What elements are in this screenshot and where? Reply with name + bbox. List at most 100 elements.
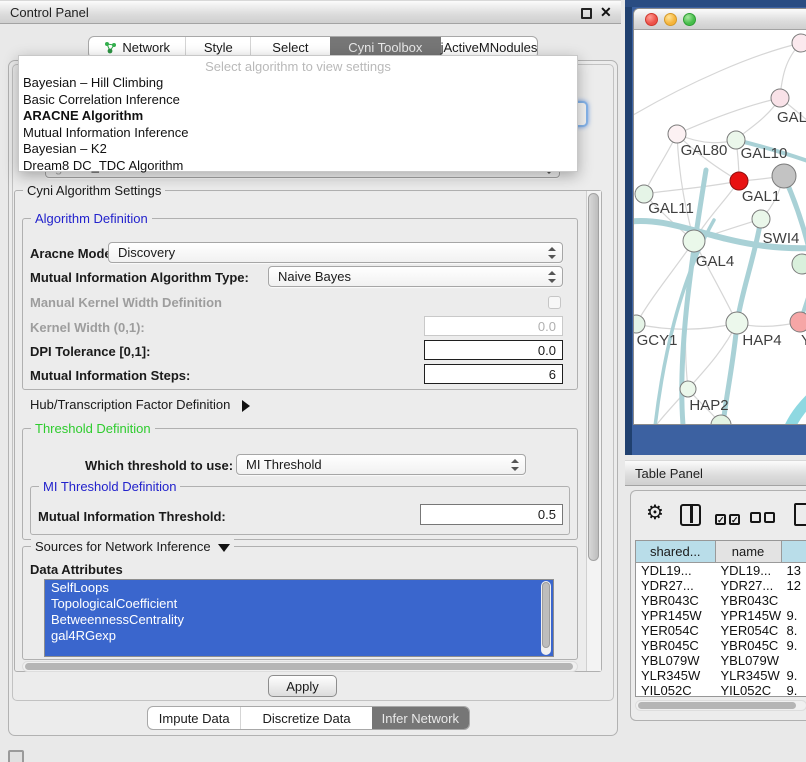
- network-node-gal[interactable]: [771, 89, 789, 107]
- table-cell: [781, 653, 806, 668]
- list-item[interactable]: BetweennessCentrality: [45, 612, 553, 628]
- table-cell: YPR145W: [715, 608, 781, 623]
- document-icon[interactable]: [794, 503, 806, 526]
- dropdown-item[interactable]: ARACNE Algorithm: [19, 108, 577, 125]
- dropdown-item[interactable]: Mutual Information Inference: [19, 125, 577, 142]
- table-row[interactable]: YDR27...YDR27...12: [636, 578, 806, 593]
- mi-steps-field[interactable]: 6: [424, 364, 563, 384]
- network-edge[interactable]: [644, 134, 677, 194]
- mi-threshold-title: MI Threshold Definition: [39, 479, 180, 494]
- which-threshold-combo[interactable]: MI Threshold: [236, 454, 526, 475]
- tab-impute-data[interactable]: Impute Data: [148, 707, 240, 729]
- table-row[interactable]: YPR145WYPR145W9.: [636, 608, 806, 623]
- tab-infer-network[interactable]: Infer Network: [372, 707, 469, 729]
- combo-stepper-icon: [511, 459, 518, 471]
- list-scrollbar[interactable]: [541, 581, 551, 655]
- network-edge[interactable]: [644, 181, 739, 194]
- table-row[interactable]: YBR045CYBR045C9.: [636, 638, 806, 653]
- scrollbar-thumb[interactable]: [588, 193, 599, 561]
- dropdown-item[interactable]: Bayesian – Hill Climbing: [19, 75, 577, 92]
- control-panel-titlebar: Control Panel ✕: [0, 0, 621, 24]
- kernel-width-label: Kernel Width (0,1):: [30, 320, 145, 335]
- scrollbar-thumb[interactable]: [25, 663, 573, 670]
- table-cell: YBL079W: [715, 653, 781, 668]
- table-row[interactable]: YLR345WYLR345W9.: [636, 668, 806, 683]
- deselect-all-checkboxes-icon[interactable]: [750, 510, 775, 528]
- dpi-tolerance-field[interactable]: 0.0: [424, 340, 563, 360]
- settings-horizontal-scrollbar[interactable]: [22, 661, 578, 672]
- network-window-titlebar[interactable]: [634, 9, 806, 30]
- scrollbar-thumb[interactable]: [638, 702, 796, 709]
- network-node-hap2[interactable]: [680, 381, 696, 397]
- close-icon[interactable]: ✕: [600, 7, 612, 18]
- table-horizontal-scrollbar[interactable]: [635, 700, 806, 711]
- scrollbar-thumb[interactable]: [542, 582, 550, 648]
- network-node-gal80[interactable]: [668, 125, 686, 143]
- network-node-gal4[interactable]: [683, 230, 705, 252]
- frame-top: [625, 0, 806, 7]
- node-label: GAL80: [681, 142, 728, 159]
- list-item[interactable]: TopologicalCoefficient: [45, 596, 553, 612]
- column-header[interactable]: name: [715, 541, 781, 562]
- column-header[interactable]: [781, 541, 806, 562]
- dropdown-placeholder: Select algorithm to view settings: [19, 56, 577, 75]
- hub-definition-toggle[interactable]: Hub/Transcription Factor Definition: [30, 397, 250, 412]
- select-all-checkboxes-icon[interactable]: ✓✓: [715, 510, 740, 528]
- table-cell: 13: [781, 562, 806, 578]
- data-attributes-label: Data Attributes: [30, 562, 123, 577]
- table-panel: ⚙ ✓✓ shared...nameYDL19...YDL19...13YDR2…: [630, 490, 806, 721]
- aracne-mode-label: Aracne Mode:: [30, 246, 116, 261]
- dropdown-item[interactable]: Bayesian – K2: [19, 141, 577, 158]
- combo-stepper-icon: [548, 247, 555, 259]
- dropdown-item[interactable]: Dream8 DC_TDC Algorithm: [19, 158, 577, 175]
- network-node[interactable]: [772, 164, 796, 188]
- network-edge[interactable]: [634, 43, 801, 118]
- settings-vertical-scrollbar[interactable]: [586, 191, 601, 671]
- table-cell: YBR043C: [636, 593, 715, 608]
- table-row[interactable]: YER054CYER054C8.: [636, 623, 806, 638]
- expand-arrow-icon[interactable]: [242, 400, 250, 412]
- table-row[interactable]: YBL079WYBL079W: [636, 653, 806, 668]
- dock-panel-button[interactable]: [8, 750, 24, 762]
- list-item[interactable]: gal4RGexp: [45, 628, 553, 644]
- network-node-gcy1[interactable]: [634, 315, 645, 333]
- list-item[interactable]: [45, 644, 553, 657]
- apply-button[interactable]: Apply: [268, 675, 337, 697]
- table-row[interactable]: YBR043CYBR043C: [636, 593, 806, 608]
- tab-discretize-data[interactable]: Discretize Data: [240, 707, 371, 729]
- aracne-mode-combo[interactable]: Discovery: [108, 242, 563, 263]
- mac-close-icon[interactable]: [645, 13, 658, 26]
- network-edge[interactable]: [785, 382, 806, 425]
- network-node[interactable]: [792, 34, 806, 52]
- attribute-table[interactable]: shared...nameYDL19...YDL19...13YDR27...Y…: [635, 540, 806, 697]
- network-graph: GALGAL80GAL10GAL1GAL11SWI4GAL4GCY1HAP4YH…: [634, 30, 806, 425]
- mi-type-combo[interactable]: Naive Bayes: [268, 266, 563, 287]
- mac-minimize-icon[interactable]: [664, 13, 677, 26]
- table-cell: YPR145W: [636, 608, 715, 623]
- columns-icon[interactable]: [680, 504, 701, 526]
- network-node-swi4[interactable]: [752, 210, 770, 228]
- collapse-arrow-icon[interactable]: [218, 544, 230, 552]
- column-header[interactable]: shared...: [636, 541, 715, 562]
- mi-threshold-field[interactable]: 0.5: [420, 504, 563, 525]
- network-node[interactable]: [792, 254, 806, 274]
- sources-group-title[interactable]: Sources for Network Inference: [31, 539, 234, 554]
- network-edge[interactable]: [737, 219, 761, 323]
- table-row[interactable]: YDL19...YDL19...13: [636, 562, 806, 578]
- network-node-y[interactable]: [790, 312, 806, 332]
- dropdown-item[interactable]: Basic Correlation Inference: [19, 92, 577, 109]
- algorithm-definition-title: Algorithm Definition: [31, 211, 152, 226]
- list-item[interactable]: SelfLoops: [45, 580, 553, 596]
- table-cell: YLR345W: [636, 668, 715, 683]
- mac-zoom-icon[interactable]: [683, 13, 696, 26]
- table-row[interactable]: YIL052CYIL052C9.: [636, 683, 806, 698]
- kernel-width-field[interactable]: 0.0: [424, 316, 563, 336]
- bottom-tabbar: Impute Data Discretize Data Infer Networ…: [147, 706, 470, 730]
- gear-icon[interactable]: ⚙: [646, 500, 664, 525]
- network-canvas[interactable]: GALGAL80GAL10GAL1GAL11SWI4GAL4GCY1HAP4YH…: [634, 30, 806, 425]
- float-window-icon[interactable]: [581, 8, 592, 19]
- manual-kernel-checkbox[interactable]: [548, 296, 561, 309]
- which-threshold-value: MI Threshold: [246, 457, 322, 472]
- data-attributes-list[interactable]: SelfLoopsTopologicalCoefficientBetweenne…: [44, 579, 554, 657]
- network-node-hap4[interactable]: [726, 312, 748, 334]
